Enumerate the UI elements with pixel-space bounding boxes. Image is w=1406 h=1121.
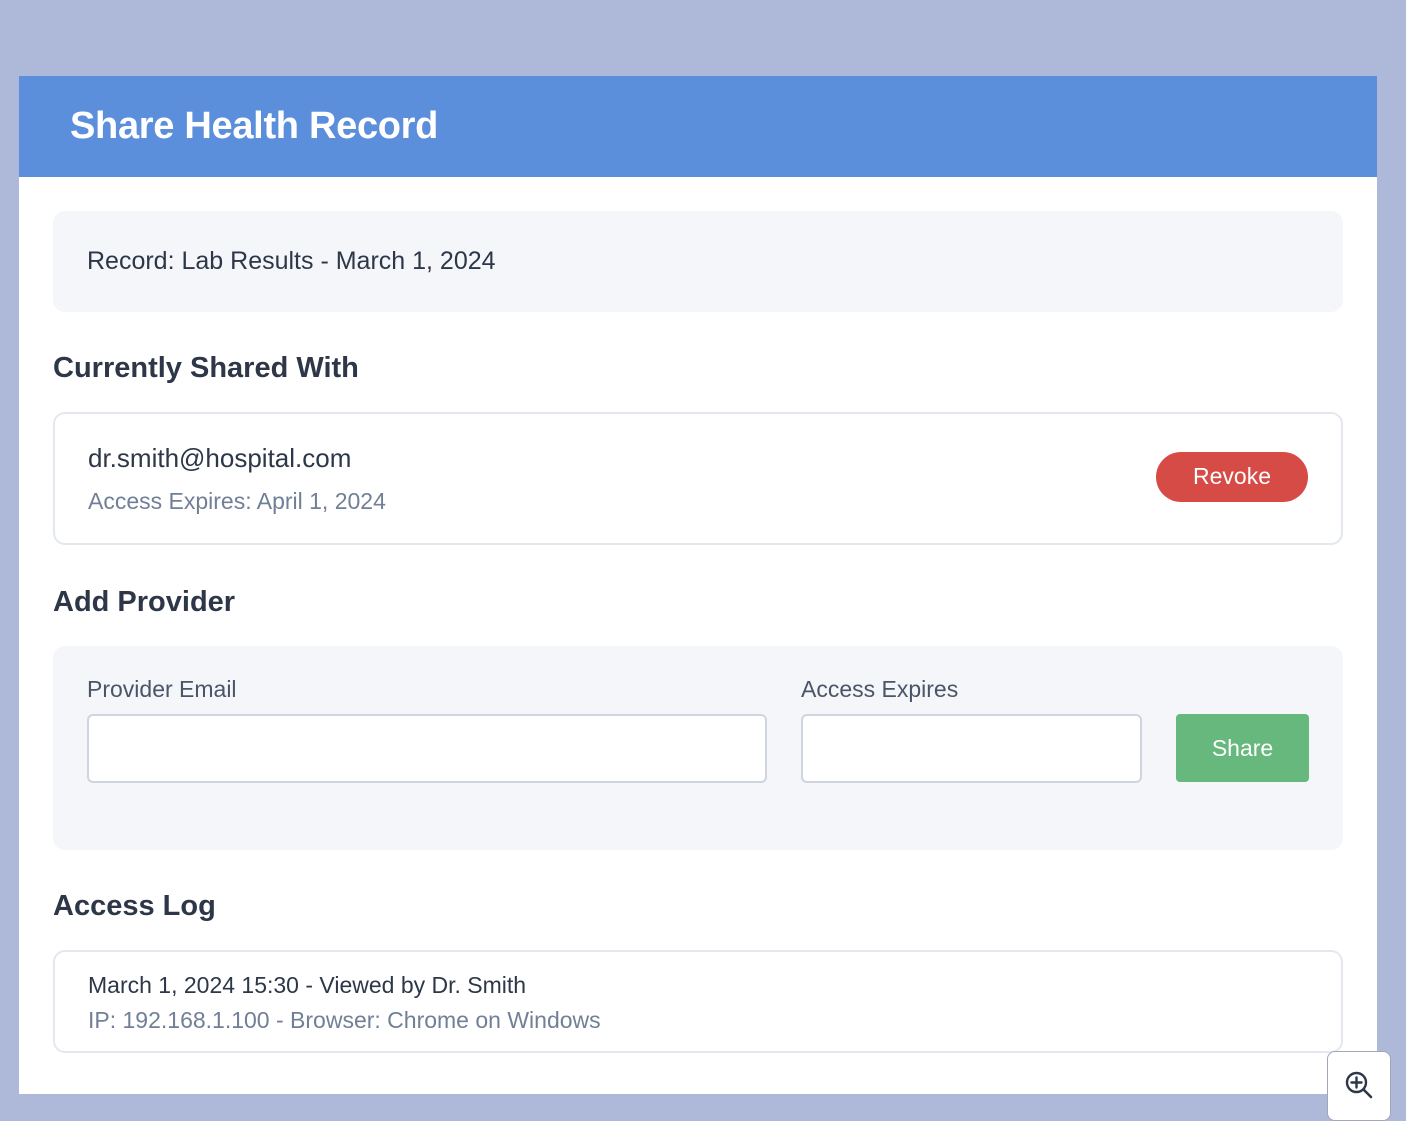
access-log-entry-main: March 1, 2024 15:30 - Viewed by Dr. Smit… (88, 972, 527, 998)
provider-email-label: Provider Email (87, 676, 237, 702)
provider-email-group: Provider Email (87, 676, 767, 783)
add-provider-title: Add Provider (53, 586, 236, 618)
shared-section-title: Currently Shared With (53, 352, 359, 384)
add-provider-form: Provider Email Access Expires Share (53, 646, 1343, 850)
access-log-title: Access Log (53, 890, 216, 922)
card-content: Record: Lab Results - March 1, 2024 Curr… (19, 177, 1377, 1053)
shared-provider-item: dr.smith@hospital.com Access Expires: Ap… (53, 412, 1343, 545)
page-title: Share Health Record (70, 105, 439, 147)
access-log-entry: March 1, 2024 15:30 - Viewed by Dr. Smit… (53, 950, 1343, 1053)
share-record-card: Share Health Record Record: Lab Results … (19, 76, 1377, 1094)
shared-provider-expiry: Access Expires: April 1, 2024 (88, 487, 386, 514)
access-log-entry-detail: IP: 192.168.1.100 - Browser: Chrome on W… (88, 1007, 601, 1033)
provider-email-input[interactable] (87, 714, 767, 783)
card-header: Share Health Record (19, 76, 1377, 177)
zoom-button[interactable] (1327, 1051, 1391, 1121)
record-info: Record: Lab Results - March 1, 2024 (53, 211, 1343, 312)
revoke-button[interactable]: Revoke (1156, 451, 1308, 502)
access-expires-input[interactable] (801, 714, 1142, 783)
zoom-in-icon (1345, 1071, 1373, 1099)
access-expires-label: Access Expires (801, 676, 959, 702)
access-expires-group: Access Expires (801, 676, 1142, 783)
shared-provider-email: dr.smith@hospital.com (88, 442, 352, 473)
share-button[interactable]: Share (1176, 714, 1309, 782)
shared-provider-info: dr.smith@hospital.com Access Expires: Ap… (88, 443, 386, 515)
record-label: Record: Lab Results - March 1, 2024 (87, 247, 496, 275)
